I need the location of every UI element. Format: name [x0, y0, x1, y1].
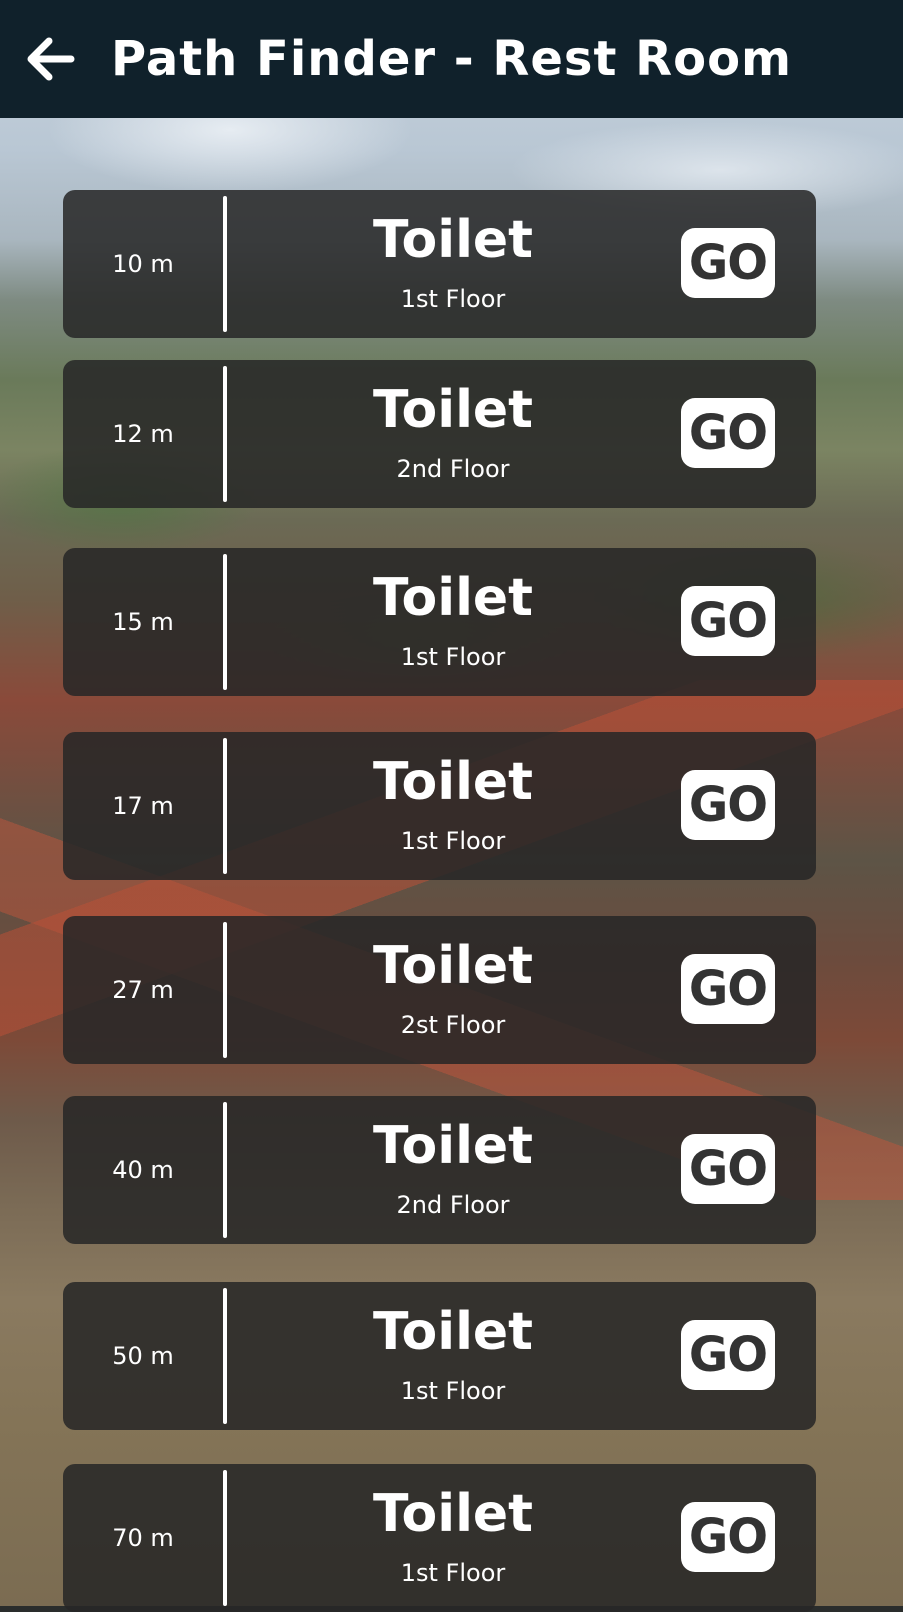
go-button[interactable]: GO	[681, 586, 775, 656]
app-bar: Path Finder - Rest Room	[0, 0, 903, 118]
restroom-name: Toilet	[372, 1484, 534, 1544]
go-button[interactable]: GO	[681, 1502, 775, 1572]
restroom-list-item: 10 m Toilet 1st Floor GO	[63, 190, 816, 338]
restroom-list-item: 70 m Toilet 1st Floor GO	[63, 1464, 816, 1612]
floor-label: 2st Floor	[400, 1011, 506, 1039]
distance-label: 40 m	[112, 1156, 174, 1184]
distance-label: 50 m	[112, 1342, 174, 1370]
restroom-list-item: 50 m Toilet 1st Floor GO	[63, 1282, 816, 1430]
floor-label: 1st Floor	[400, 1559, 506, 1587]
divider	[223, 1288, 227, 1424]
divider	[223, 738, 227, 874]
back-button[interactable]	[18, 24, 82, 94]
divider	[223, 366, 227, 502]
distance-label: 17 m	[112, 792, 174, 820]
restroom-name: Toilet	[372, 1302, 534, 1362]
arrow-left-icon	[27, 37, 75, 81]
distance-label: 27 m	[112, 976, 174, 1004]
divider	[223, 1102, 227, 1238]
restroom-name: Toilet	[372, 380, 534, 440]
restroom-list-item: 12 m Toilet 2nd Floor GO	[63, 360, 816, 508]
distance-label: 10 m	[112, 250, 174, 278]
floor-label: 1st Floor	[400, 643, 506, 671]
floor-label: 2nd Floor	[396, 455, 510, 483]
divider	[223, 1470, 227, 1606]
distance-label: 15 m	[112, 608, 174, 636]
restroom-list-item: 40 m Toilet 2nd Floor GO	[63, 1096, 816, 1244]
go-button[interactable]: GO	[681, 398, 775, 468]
distance-label: 70 m	[112, 1524, 174, 1552]
floor-label: 1st Floor	[400, 827, 506, 855]
go-button[interactable]: GO	[681, 1320, 775, 1390]
divider	[223, 554, 227, 690]
restroom-list-item: 27 m Toilet 2st Floor GO	[63, 916, 816, 1064]
go-button[interactable]: GO	[681, 770, 775, 840]
restroom-name: Toilet	[372, 1116, 534, 1176]
floor-label: 2nd Floor	[396, 1191, 510, 1219]
divider	[223, 922, 227, 1058]
restroom-name: Toilet	[372, 936, 534, 996]
floor-label: 1st Floor	[400, 1377, 506, 1405]
go-button[interactable]: GO	[681, 228, 775, 298]
restroom-name: Toilet	[372, 568, 534, 628]
floor-label: 1st Floor	[400, 285, 506, 313]
divider	[223, 196, 227, 332]
restroom-name: Toilet	[372, 210, 534, 270]
restroom-name: Toilet	[372, 752, 534, 812]
restroom-list-item: 17 m Toilet 1st Floor GO	[63, 732, 816, 880]
page-title: Path Finder - Rest Room	[110, 31, 793, 87]
go-button[interactable]: GO	[681, 954, 775, 1024]
go-button[interactable]: GO	[681, 1134, 775, 1204]
restroom-list-item: 15 m Toilet 1st Floor GO	[63, 548, 816, 696]
distance-label: 12 m	[112, 420, 174, 448]
